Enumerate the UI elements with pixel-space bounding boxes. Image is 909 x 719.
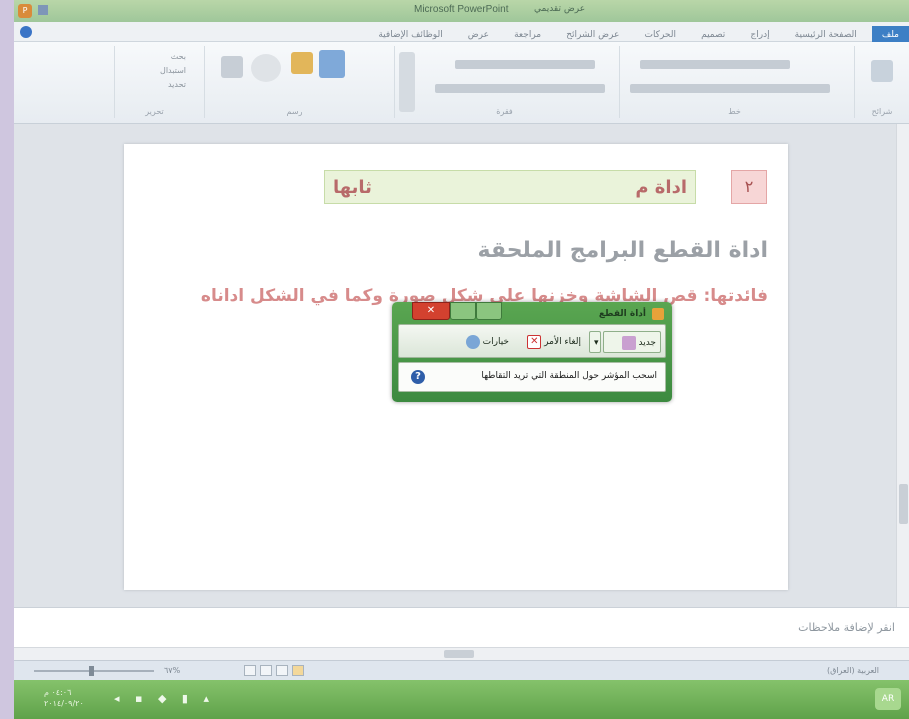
zoom-level[interactable]: ٦٧%: [164, 666, 180, 675]
new-slide-icon[interactable]: [871, 60, 893, 82]
language-indicator: العربية (العراق): [826, 666, 879, 675]
slide-sorter-button[interactable]: [260, 665, 272, 676]
ribbon-group-font: خط: [619, 46, 849, 118]
minimize-button[interactable]: [450, 302, 476, 320]
title-bar: P Microsoft PowerPoint عرض تقديمي: [14, 0, 909, 22]
arrange-icon[interactable]: [291, 52, 313, 74]
status-bar: ٦٧% العربية (العراق): [14, 660, 909, 680]
system-tray-icons[interactable]: ◂ ▪ ◆ ▮ ▴: [114, 692, 215, 705]
quick-styles-icon[interactable]: [251, 54, 281, 82]
slide-number-box: ٢: [731, 170, 767, 204]
cancel-icon: ✕: [527, 334, 542, 349]
new-snip-label: جديد: [638, 338, 656, 348]
banner-tail: ثابها: [333, 177, 372, 198]
ribbon-group-editing: بحث استبدال تحديد تحرير: [114, 46, 194, 118]
help-icon[interactable]: [20, 26, 32, 38]
taskbar: ٠٤:٠٦ م ٢٠١٤/٠٩/٢٠ ◂ ▪ ◆ ▮ ▴ AR: [14, 680, 909, 719]
slideshow-button[interactable]: [292, 665, 304, 676]
font-family-select[interactable]: [640, 60, 790, 69]
reading-view-button[interactable]: [276, 665, 288, 676]
ribbon-group-slides: شرائح: [854, 46, 909, 118]
group-label-slides: شرائح: [871, 107, 893, 116]
options-gear-icon: [465, 334, 480, 349]
group-label-editing: تحرير: [145, 107, 164, 116]
maximize-button[interactable]: [476, 302, 502, 320]
zoom-slider[interactable]: [34, 670, 154, 672]
shapes-icon[interactable]: [221, 56, 243, 78]
powerpoint-window: P Microsoft PowerPoint عرض تقديمي ملف ال…: [14, 0, 909, 719]
snipping-status-text: اسحب المؤشر حول المنطقة التي تريد التقاط…: [481, 371, 657, 381]
replace-button[interactable]: استبدال: [160, 66, 186, 75]
document-name: عرض تقديمي: [534, 4, 586, 14]
ribbon-group-paragraph: فقرة: [394, 46, 614, 118]
ribbon: بحث استبدال تحديد تحرير رسم فقرة خط شرائ…: [14, 42, 909, 124]
slide-editing-area: ٢ اداة م ثابها اداة القطع البرامج الملحق…: [14, 124, 896, 607]
taskbar-clock[interactable]: ٠٤:٠٦ م ٢٠١٤/٠٩/٢٠: [44, 687, 84, 709]
group-label-font: خط: [728, 107, 741, 116]
snip-mode-dropdown[interactable]: ▾: [589, 331, 601, 353]
clock-date: ٢٠١٤/٠٩/٢٠: [44, 699, 84, 708]
snipping-tool-window[interactable]: أداة القطع ✕ جديد ▾ ✕ إلغاء الأمر خيارات: [392, 302, 672, 402]
info-icon: ?: [411, 370, 425, 384]
group-label-paragraph: فقرة: [496, 107, 513, 116]
slide-banner: اداة م ثابها: [324, 170, 696, 204]
horizontal-scrollbar[interactable]: [14, 647, 909, 660]
cancel-label: إلغاء الأمر: [544, 337, 581, 347]
ribbon-group-drawing: رسم: [204, 46, 384, 118]
powerpoint-app-icon[interactable]: P: [18, 4, 32, 18]
vertical-scrollbar[interactable]: [896, 124, 909, 607]
snipping-toolbar: جديد ▾ ✕ إلغاء الأمر خيارات: [398, 324, 666, 358]
normal-view-button[interactable]: [244, 665, 256, 676]
ribbon-tabs: ملف الصفحة الرئيسية إدراج تصميم الحركات …: [14, 22, 909, 44]
clock-time: ٠٤:٠٦ م: [44, 688, 72, 697]
new-snip-icon: [621, 335, 636, 350]
vertical-scroll-thumb[interactable]: [899, 484, 908, 524]
horizontal-scroll-thumb[interactable]: [444, 650, 474, 658]
notes-pane[interactable]: انقر لإضافة ملاحظات: [14, 607, 909, 647]
select-button[interactable]: تحديد: [168, 80, 186, 89]
text-direction-icon[interactable]: [399, 52, 415, 112]
zoom-slider-knob[interactable]: [89, 666, 94, 676]
window-title: Microsoft PowerPoint: [414, 4, 509, 15]
cancel-button[interactable]: ✕ إلغاء الأمر: [515, 331, 585, 353]
list-controls[interactable]: [455, 60, 595, 69]
snipping-tool-title: أداة القطع: [598, 309, 646, 319]
group-label-drawing: رسم: [286, 107, 303, 116]
save-icon[interactable]: [38, 5, 48, 15]
notes-placeholder: انقر لإضافة ملاحظات: [798, 621, 895, 634]
options-label: خيارات: [482, 337, 509, 347]
shape-style-icon[interactable]: [319, 50, 345, 78]
options-button[interactable]: خيارات: [447, 331, 513, 353]
font-format-controls[interactable]: [630, 84, 830, 93]
scissors-icon: [652, 308, 664, 320]
new-snip-button[interactable]: جديد: [603, 331, 661, 353]
banner-text: اداة م: [635, 177, 687, 198]
alignment-controls[interactable]: [435, 84, 605, 93]
language-bar-button[interactable]: AR: [875, 688, 901, 710]
close-button[interactable]: ✕: [412, 302, 450, 320]
slide-heading: اداة القطع البرامج الملحقة: [477, 238, 768, 263]
find-button[interactable]: بحث: [171, 52, 186, 61]
snipping-status-bar: اسحب المؤشر حول المنطقة التي تريد التقاط…: [398, 362, 666, 392]
